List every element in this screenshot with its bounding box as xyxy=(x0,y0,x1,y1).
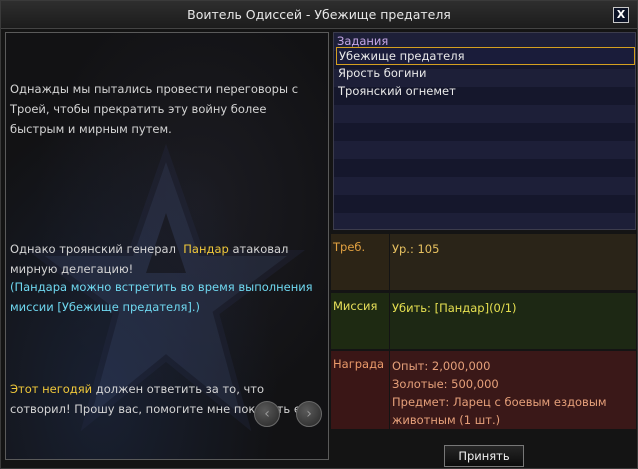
reward-label: Награда xyxy=(331,351,389,429)
quest-list: Задания Убежище предателя Ярость богини … xyxy=(333,32,636,230)
mission-value: Убить: [Пандар](0/1) xyxy=(390,293,636,349)
prev-page-button[interactable]: ‹ xyxy=(254,401,280,427)
quest-item-goddess-fury[interactable]: Ярость богини xyxy=(336,65,635,83)
requirement-label: Треб. xyxy=(331,234,389,290)
npc-dialog-panel: Однажды мы пытались провести переговоры … xyxy=(5,32,329,460)
window-title: Воитель Одиссей - Убежище предателя xyxy=(187,7,451,22)
accept-button[interactable]: Принять xyxy=(444,445,524,467)
quest-item-trojan-flamethrower[interactable]: Троянский огнемет xyxy=(336,83,635,101)
dialog-text: Однако троянский генерал xyxy=(10,242,176,256)
dialog-paragraph-2: Однако троянский генерал Пандар атаковал… xyxy=(10,239,322,279)
reward-row: Награда Опыт: 2,000,000 Золотые: 500,000… xyxy=(331,351,636,429)
title-bar: Воитель Одиссей - Убежище предателя X xyxy=(1,1,637,29)
npc-name-highlight: Пандар xyxy=(183,242,229,256)
dialog-paragraph-1: Однажды мы пытались провести переговоры … xyxy=(10,82,302,136)
mission-label: Миссия xyxy=(331,293,389,349)
npc-dialog-text: Однажды мы пытались провести переговоры … xyxy=(10,39,322,459)
mission-row: Миссия Убить: [Пандар](0/1) xyxy=(331,293,636,349)
quest-item-traitor-refuge[interactable]: Убежище предателя xyxy=(336,47,635,65)
reward-list: Опыт: 2,000,000 Золотые: 500,000 Предмет… xyxy=(390,351,636,429)
requirement-value: Ур.: 105 xyxy=(390,234,636,290)
reward-exp: Опыт: 2,000,000 xyxy=(392,359,491,373)
close-button[interactable]: X xyxy=(613,7,629,23)
reward-item: Предмет: Ларец с боевым ездовым животным… xyxy=(392,395,607,427)
reward-gold: Золотые: 500,000 xyxy=(392,377,499,391)
next-page-button[interactable]: › xyxy=(296,401,322,427)
requirement-row: Треб. Ур.: 105 xyxy=(331,234,636,290)
dialog-highlight: Этот негодяй xyxy=(10,382,93,396)
quest-dialog-window: Воитель Одиссей - Убежище предателя X Од… xyxy=(0,0,638,469)
dialog-hint: (Пандара можно встретить во время выполн… xyxy=(10,280,313,314)
